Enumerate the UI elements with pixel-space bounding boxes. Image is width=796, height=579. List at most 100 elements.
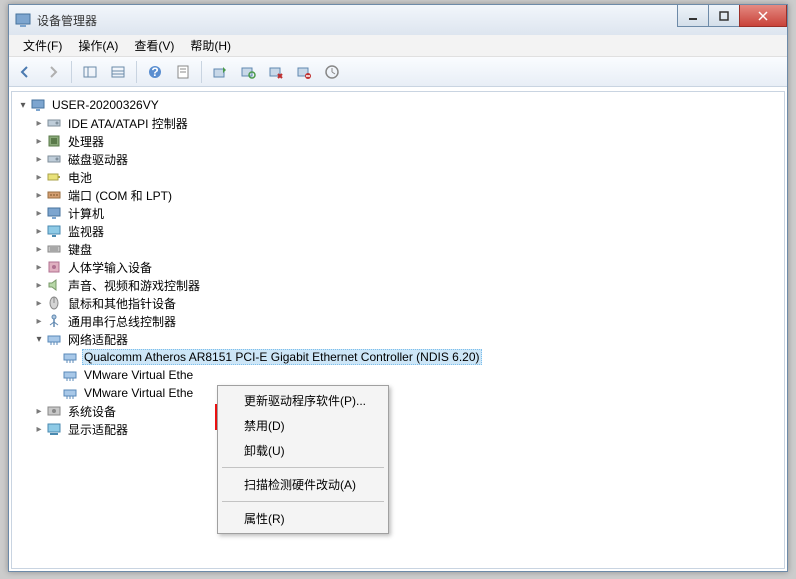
disable-icon[interactable] bbox=[292, 60, 316, 84]
tree-node-label[interactable]: 网络适配器 bbox=[66, 331, 130, 348]
cm-disable[interactable]: 禁用(D) bbox=[220, 413, 386, 438]
app-icon bbox=[15, 12, 31, 28]
net-icon bbox=[62, 385, 78, 401]
expand-arrow-icon[interactable] bbox=[32, 334, 46, 345]
toolbar-separator bbox=[71, 61, 72, 83]
tree-node[interactable]: IDE ATA/ATAPI 控制器 bbox=[32, 114, 782, 132]
tree-node[interactable]: 声音、视频和游戏控制器 bbox=[32, 276, 782, 294]
properties-button[interactable] bbox=[171, 60, 195, 84]
tree-node[interactable]: Qualcomm Atheros AR8151 PCI-E Gigabit Et… bbox=[48, 348, 782, 366]
net-icon bbox=[62, 349, 78, 365]
details-button[interactable] bbox=[106, 60, 130, 84]
window-title: 设备管理器 bbox=[37, 12, 787, 29]
toolbar-separator bbox=[201, 61, 202, 83]
expand-arrow-icon[interactable] bbox=[32, 316, 46, 327]
help-button[interactable]: ? bbox=[143, 60, 167, 84]
tree-node[interactable]: VMware Virtual Ethe bbox=[48, 366, 782, 384]
tree-node[interactable]: 网络适配器 bbox=[32, 330, 782, 348]
tree-node[interactable]: 通用串行总线控制器 bbox=[32, 312, 782, 330]
device-tree-panel[interactable]: USER-20200326VY IDE ATA/ATAPI 控制器处理器磁盘驱动器… bbox=[11, 91, 785, 569]
console-tree-button[interactable] bbox=[78, 60, 102, 84]
expand-arrow-icon[interactable] bbox=[32, 262, 46, 273]
tree-node-label[interactable]: VMware Virtual Ethe bbox=[82, 386, 195, 400]
chip-icon bbox=[46, 133, 62, 149]
tree-node-label[interactable]: 磁盘驱动器 bbox=[66, 151, 130, 168]
tree-node-label[interactable]: 监视器 bbox=[66, 223, 106, 240]
tree-node-label[interactable]: 显示适配器 bbox=[66, 421, 130, 438]
tree-node[interactable]: 电池 bbox=[32, 168, 782, 186]
tree-node-label[interactable]: 键盘 bbox=[66, 241, 94, 258]
legacy-hw-icon[interactable] bbox=[320, 60, 344, 84]
cm-separator bbox=[222, 467, 384, 468]
usb-icon bbox=[46, 313, 62, 329]
tree-node-label[interactable]: Qualcomm Atheros AR8151 PCI-E Gigabit Et… bbox=[82, 349, 482, 365]
tree-node[interactable]: 人体学输入设备 bbox=[32, 258, 782, 276]
tree-node[interactable]: 处理器 bbox=[32, 132, 782, 150]
cm-properties[interactable]: 属性(R) bbox=[220, 506, 386, 531]
cm-update-driver[interactable]: 更新驱动程序软件(P)... bbox=[220, 388, 386, 413]
expand-arrow-icon[interactable] bbox=[32, 172, 46, 183]
tree-node-label[interactable]: 电池 bbox=[66, 169, 94, 186]
maximize-button[interactable] bbox=[708, 5, 740, 27]
tree-node-label[interactable]: 鼠标和其他指针设备 bbox=[66, 295, 178, 312]
close-button[interactable] bbox=[739, 5, 787, 27]
svg-text:?: ? bbox=[151, 65, 158, 79]
expand-arrow-icon[interactable] bbox=[32, 406, 46, 417]
expand-arrow-icon[interactable] bbox=[32, 280, 46, 291]
menubar: 文件(F) 操作(A) 查看(V) 帮助(H) bbox=[9, 35, 787, 57]
tree-node-label[interactable]: 人体学输入设备 bbox=[66, 259, 154, 276]
tree-node[interactable]: 计算机 bbox=[32, 204, 782, 222]
tree-node[interactable]: 鼠标和其他指针设备 bbox=[32, 294, 782, 312]
menu-file[interactable]: 文件(F) bbox=[15, 35, 70, 56]
expand-arrow-icon[interactable] bbox=[32, 208, 46, 219]
tree-node-label[interactable]: IDE ATA/ATAPI 控制器 bbox=[66, 115, 190, 132]
expand-arrow-icon[interactable] bbox=[32, 424, 46, 435]
tree-node-label[interactable]: 端口 (COM 和 LPT) bbox=[66, 187, 174, 204]
expand-arrow-icon[interactable] bbox=[32, 154, 46, 165]
keyboard-icon bbox=[46, 241, 62, 257]
back-button[interactable] bbox=[13, 60, 37, 84]
update-driver-icon[interactable] bbox=[208, 60, 232, 84]
cm-scan-hw[interactable]: 扫描检测硬件改动(A) bbox=[220, 472, 386, 497]
tree-node[interactable]: VMware Virtual Ethe bbox=[48, 384, 782, 402]
context-menu: 更新驱动程序软件(P)... 禁用(D) 卸载(U) 扫描检测硬件改动(A) 属… bbox=[217, 385, 389, 534]
expand-arrow-icon[interactable] bbox=[32, 136, 46, 147]
tree-node-label[interactable]: 处理器 bbox=[66, 133, 106, 150]
sys-icon bbox=[46, 403, 62, 419]
expand-arrow-icon[interactable] bbox=[32, 298, 46, 309]
net-icon bbox=[62, 367, 78, 383]
tree-root[interactable]: USER-20200326VY bbox=[16, 96, 782, 114]
tree-node-label[interactable]: 计算机 bbox=[66, 205, 106, 222]
forward-button[interactable] bbox=[41, 60, 65, 84]
expand-arrow-icon[interactable] bbox=[32, 118, 46, 129]
expand-arrow-icon[interactable] bbox=[32, 226, 46, 237]
computer-icon bbox=[46, 205, 62, 221]
drive-icon bbox=[46, 151, 62, 167]
expand-arrow-icon[interactable] bbox=[16, 100, 30, 111]
tree-node-label[interactable]: VMware Virtual Ethe bbox=[82, 368, 195, 382]
tree-node[interactable]: 显示适配器 bbox=[32, 420, 782, 438]
tree-node[interactable]: 系统设备 bbox=[32, 402, 782, 420]
menu-view[interactable]: 查看(V) bbox=[126, 35, 182, 56]
menu-action[interactable]: 操作(A) bbox=[70, 35, 126, 56]
titlebar[interactable]: 设备管理器 bbox=[9, 5, 787, 35]
device-tree: USER-20200326VY IDE ATA/ATAPI 控制器处理器磁盘驱动器… bbox=[14, 96, 782, 438]
tree-node[interactable]: 端口 (COM 和 LPT) bbox=[32, 186, 782, 204]
tree-node-label[interactable]: 通用串行总线控制器 bbox=[66, 313, 178, 330]
uninstall-icon[interactable] bbox=[264, 60, 288, 84]
tree-node[interactable]: 键盘 bbox=[32, 240, 782, 258]
tree-node-label[interactable]: 系统设备 bbox=[66, 403, 118, 420]
tree-node-label[interactable]: 声音、视频和游戏控制器 bbox=[66, 277, 202, 294]
menu-help[interactable]: 帮助(H) bbox=[182, 35, 239, 56]
scan-hw-icon[interactable] bbox=[236, 60, 260, 84]
tree-node-label[interactable]: USER-20200326VY bbox=[50, 98, 161, 112]
expand-arrow-icon[interactable] bbox=[32, 190, 46, 201]
expand-arrow-icon[interactable] bbox=[32, 244, 46, 255]
computer-icon bbox=[30, 97, 46, 113]
minimize-button[interactable] bbox=[677, 5, 709, 27]
cm-uninstall[interactable]: 卸载(U) bbox=[220, 438, 386, 463]
tree-node[interactable]: 磁盘驱动器 bbox=[32, 150, 782, 168]
monitor-icon bbox=[46, 223, 62, 239]
tree-node[interactable]: 监视器 bbox=[32, 222, 782, 240]
net-icon bbox=[46, 331, 62, 347]
